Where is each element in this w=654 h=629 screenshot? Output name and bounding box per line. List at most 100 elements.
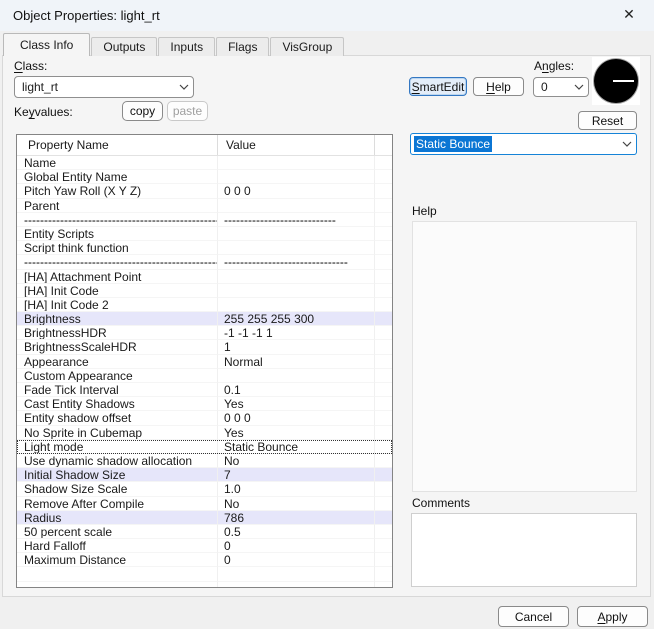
property-extra-cell bbox=[375, 497, 392, 511]
property-value-cell: 0 0 0 bbox=[218, 184, 375, 198]
property-value-cell: Yes bbox=[218, 426, 375, 440]
property-name-cell: Entity shadow offset bbox=[17, 411, 218, 425]
object-properties-dialog: Object Properties: light_rt ✕ Class Info… bbox=[0, 0, 654, 629]
property-value-cell: 0.1 bbox=[218, 383, 375, 397]
tab-outputs[interactable]: Outputs bbox=[91, 37, 157, 56]
table-separator-row[interactable]: ----------------------------------------… bbox=[17, 213, 392, 227]
table-row[interactable]: Global Entity Name bbox=[17, 170, 392, 184]
table-row[interactable]: Brightness255 255 255 300 bbox=[17, 312, 392, 326]
comments-textarea[interactable] bbox=[411, 513, 637, 587]
property-name-cell: Radius bbox=[17, 511, 218, 525]
property-extra-cell bbox=[375, 199, 392, 213]
property-table: Property Name Value NameGlobal Entity Na… bbox=[16, 134, 393, 588]
angles-combobox-value: 0 bbox=[534, 80, 570, 94]
property-extra-cell bbox=[375, 539, 392, 553]
table-row[interactable]: 50 percent scale0.5 bbox=[17, 525, 392, 539]
table-row[interactable]: Pitch Yaw Roll (X Y Z)0 0 0 bbox=[17, 184, 392, 198]
table-row[interactable] bbox=[17, 567, 392, 581]
property-value-cell bbox=[218, 298, 375, 312]
property-value-cell: No bbox=[218, 454, 375, 468]
property-name-cell: Shadow Size Scale bbox=[17, 482, 218, 496]
table-row[interactable]: No Sprite in CubemapYes bbox=[17, 426, 392, 440]
property-name-cell: Custom Appearance bbox=[17, 369, 218, 383]
property-name-cell: Initial Shadow Size bbox=[17, 468, 218, 482]
property-extra-cell bbox=[375, 227, 392, 241]
table-row[interactable]: Custom Appearance bbox=[17, 369, 392, 383]
table-row[interactable]: [HA] Init Code bbox=[17, 284, 392, 298]
property-name-cell: ----------------------------------------… bbox=[17, 255, 218, 269]
paste-button[interactable]: paste bbox=[167, 101, 208, 121]
smartedit-button[interactable]: SmartEdit bbox=[409, 77, 467, 96]
tab-strip: Class InfoOutputsInputsFlagsVisGroup bbox=[3, 33, 345, 56]
apply-button[interactable]: Apply bbox=[577, 606, 648, 627]
cancel-button[interactable]: Cancel bbox=[498, 606, 569, 627]
tab-flags[interactable]: Flags bbox=[216, 37, 269, 56]
property-extra-cell bbox=[375, 312, 392, 326]
table-row[interactable]: Name bbox=[17, 156, 392, 170]
reset-button[interactable]: Reset bbox=[578, 111, 637, 130]
value-combobox-selected-text: Static Bounce bbox=[414, 136, 492, 152]
table-row[interactable]: Hard Falloff0 bbox=[17, 539, 392, 553]
property-name-cell: Pitch Yaw Roll (X Y Z) bbox=[17, 184, 218, 198]
table-row[interactable]: Entity Scripts bbox=[17, 227, 392, 241]
title-bar: Object Properties: light_rt ✕ bbox=[0, 0, 654, 31]
table-row[interactable]: Entity shadow offset0 0 0 bbox=[17, 411, 392, 425]
property-name-cell: Entity Scripts bbox=[17, 227, 218, 241]
property-value-cell bbox=[218, 270, 375, 284]
property-name-cell: Name bbox=[17, 156, 218, 170]
chevron-down-icon bbox=[570, 84, 588, 90]
table-separator-row[interactable]: ----------------------------------------… bbox=[17, 255, 392, 269]
property-extra-cell bbox=[375, 298, 392, 312]
property-name-cell: Appearance bbox=[17, 355, 218, 369]
table-row[interactable]: Fade Tick Interval0.1 bbox=[17, 383, 392, 397]
tab-visgroup[interactable]: VisGroup bbox=[270, 37, 344, 56]
property-value-cell bbox=[218, 227, 375, 241]
property-name-cell: Cast Entity Shadows bbox=[17, 397, 218, 411]
tab-class-info[interactable]: Class Info bbox=[3, 33, 90, 56]
table-row[interactable]: Maximum Distance0 bbox=[17, 553, 392, 567]
property-extra-cell bbox=[375, 355, 392, 369]
column-header-value[interactable]: Value bbox=[218, 135, 375, 155]
table-row[interactable]: [HA] Attachment Point bbox=[17, 270, 392, 284]
property-value-cell: Normal bbox=[218, 355, 375, 369]
property-value-cell: 1 bbox=[218, 340, 375, 354]
class-combobox[interactable]: light_rt bbox=[14, 76, 194, 98]
property-name-cell bbox=[17, 567, 218, 581]
property-extra-cell bbox=[375, 270, 392, 284]
property-value-cell: ---------------------------- bbox=[218, 213, 375, 227]
table-row[interactable]: BrightnessHDR-1 -1 -1 1 bbox=[17, 326, 392, 340]
property-value-cell: 0.5 bbox=[218, 525, 375, 539]
property-extra-cell bbox=[375, 369, 392, 383]
chevron-down-icon bbox=[175, 84, 193, 90]
table-row[interactable]: Use dynamic shadow allocationNo bbox=[17, 454, 392, 468]
property-name-cell bbox=[17, 582, 218, 588]
copy-button[interactable]: copy bbox=[122, 101, 163, 121]
angles-dial[interactable] bbox=[592, 57, 640, 105]
help-button[interactable]: Help bbox=[473, 77, 524, 96]
table-row[interactable]: Initial Shadow Size7 bbox=[17, 468, 392, 482]
table-row[interactable] bbox=[17, 582, 392, 588]
property-extra-cell bbox=[375, 553, 392, 567]
table-row[interactable]: BrightnessScaleHDR1 bbox=[17, 340, 392, 354]
table-row[interactable]: Parent bbox=[17, 199, 392, 213]
property-extra-cell bbox=[375, 326, 392, 340]
column-header-property-name[interactable]: Property Name bbox=[17, 135, 218, 155]
close-icon[interactable]: ✕ bbox=[618, 6, 640, 26]
value-combobox[interactable]: Static Bounce bbox=[410, 133, 637, 155]
property-name-cell: Parent bbox=[17, 199, 218, 213]
class-label: Class: bbox=[14, 59, 47, 73]
table-row[interactable]: AppearanceNormal bbox=[17, 355, 392, 369]
table-row[interactable]: [HA] Init Code 2 bbox=[17, 298, 392, 312]
table-row[interactable]: Cast Entity ShadowsYes bbox=[17, 397, 392, 411]
property-extra-cell bbox=[375, 582, 392, 588]
property-name-cell: Light mode bbox=[17, 440, 218, 454]
property-extra-cell bbox=[375, 397, 392, 411]
table-row[interactable]: Light modeStatic Bounce bbox=[17, 440, 392, 454]
table-row[interactable]: Radius786 bbox=[17, 511, 392, 525]
table-row[interactable]: Remove After CompileNo bbox=[17, 497, 392, 511]
property-name-cell: Script think function bbox=[17, 241, 218, 255]
table-row[interactable]: Shadow Size Scale1.0 bbox=[17, 482, 392, 496]
tab-inputs[interactable]: Inputs bbox=[158, 37, 215, 56]
angles-combobox[interactable]: 0 bbox=[533, 77, 589, 97]
table-row[interactable]: Script think function bbox=[17, 241, 392, 255]
